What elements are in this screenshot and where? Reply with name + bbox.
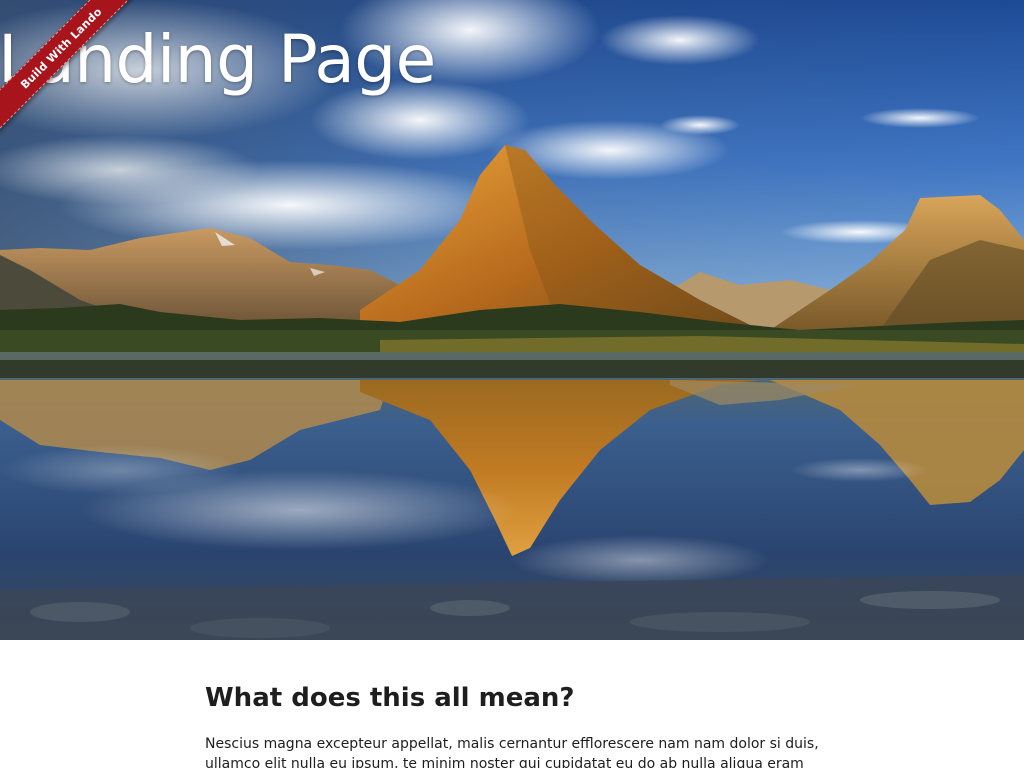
page: Landing Page Build With Lando What does … [0, 0, 1024, 768]
ribbon-label: Build With Lando [17, 4, 105, 92]
main-content: What does this all mean? Nescius magna e… [205, 680, 845, 768]
section-paragraph: Nescius magna excepteur appellat, malis … [205, 736, 819, 768]
build-with-lando-ribbon[interactable]: Build With Lando [0, 0, 150, 150]
ribbon-link[interactable]: Build With Lando [0, 0, 146, 133]
section-heading: What does this all mean? [205, 683, 575, 713]
hero-banner: Landing Page [0, 0, 1024, 640]
